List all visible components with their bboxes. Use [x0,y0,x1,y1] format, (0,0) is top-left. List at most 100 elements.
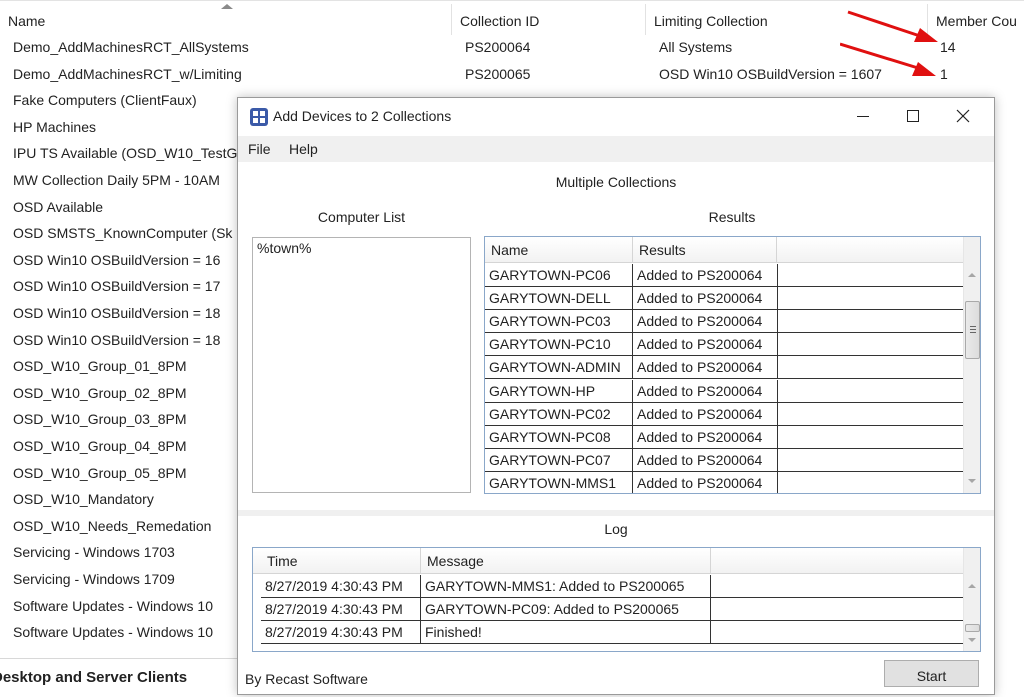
scroll-down-icon[interactable] [968,479,976,483]
column-header-name[interactable]: Name [0,4,452,35]
cell-name: GARYTOWN-ADMIN [485,356,633,379]
results-label: Results [708,209,756,225]
cell-empty [778,310,963,332]
log-header-time[interactable]: Time [261,548,421,574]
results-row[interactable]: GARYTOWN-DELL Added to PS200064 [485,287,963,311]
results-row[interactable]: GARYTOWN-PC03 Added to PS200064 [485,310,963,334]
cell-name: HP Machines [13,118,97,135]
cell-name: Servicing - Windows 1709 [13,571,175,587]
cell-name: Demo_AddMachinesRCT_AllSystems [13,39,249,55]
cell-id: PS200064 [465,39,531,55]
minimize-button[interactable] [840,98,886,134]
column-header-collection-id[interactable]: Collection ID [452,4,646,35]
cell-name: GARYTOWN-PC10 [485,333,633,356]
cell-result: Added to PS200064 [633,379,778,402]
cell-name: Demo_AddMachinesRCT_w/Limiting [13,65,242,82]
cell-result: Added to PS200064 [633,333,778,356]
cell-name: GARYTOWN-PC07 [485,448,633,471]
log-row[interactable]: 8/27/2019 4:30:43 PM Finished! [261,621,963,645]
log-row[interactable]: 8/27/2019 4:30:43 PM GARYTOWN-PC09: Added… [261,598,963,622]
cell-empty [778,333,963,355]
scroll-up-icon[interactable] [968,273,976,277]
scroll-down-icon[interactable] [968,638,976,642]
cell-name: OSD_W10_Needs_Remedation [13,517,212,534]
results-row[interactable]: GARYTOWN-PC07 Added to PS200064 [485,448,963,472]
cell-id: PS200065 [465,65,531,82]
results-row[interactable]: GARYTOWN-HP Added to PS200064 [485,379,963,403]
cell-empty [711,598,963,620]
cell-name: OSD Win10 OSBuildVersion = 16 [13,251,221,268]
cell-name: Software Updates - Windows 10 [13,624,213,641]
cell-empty [778,287,963,309]
results-grid: Name Results GARYTOWN-PC06 Added to PS200… [484,236,981,494]
results-row[interactable]: GARYTOWN-PC10 Added to PS200064 [485,333,963,357]
window-title: Add Devices to 2 Collections [273,108,452,124]
cell-name: GARYTOWN-PC08 [485,425,633,448]
cell-name: MW Collection Daily 5PM - 10AM [13,172,220,188]
scroll-thumb[interactable] [965,301,980,359]
cell-name: OSD_W10_Group_03_8PM [13,411,187,428]
cell-empty [778,449,963,471]
menu-file[interactable]: File [248,141,271,157]
cell-limiting: All Systems [659,39,733,55]
close-icon [956,109,970,123]
title-bar[interactable]: Add Devices to 2 Collections [238,98,994,136]
console-footer: Desktop and Server Clients [0,658,240,697]
results-row[interactable]: GARYTOWN-MMS1 Added to PS200064 [485,471,963,493]
log-grid: Time Message 8/27/2019 4:30:43 PM GARYTOW… [252,547,981,652]
results-row[interactable]: GARYTOWN-PC02 Added to PS200064 [485,402,963,426]
results-row[interactable]: GARYTOWN-PC08 Added to PS200064 [485,425,963,449]
cell-empty [778,356,963,378]
cell-result: Added to PS200064 [633,471,778,493]
cell-empty [711,575,963,597]
cell-result: Added to PS200064 [633,448,778,471]
maximize-button[interactable] [890,98,936,134]
results-header-name[interactable]: Name [485,237,633,263]
minimize-icon [857,116,869,117]
scroll-up-icon[interactable] [968,584,976,588]
results-row[interactable]: GARYTOWN-PC06 Added to PS200064 [485,264,963,287]
cell-result: Added to PS200064 [633,287,778,310]
scroll-thumb[interactable] [965,624,980,632]
section-divider [238,510,994,516]
cell-name: OSD_W10_Group_05_8PM [13,464,187,481]
log-scrollbar[interactable] [963,548,980,651]
cell-name: GARYTOWN-PC02 [485,402,633,425]
cell-result: Added to PS200064 [633,264,778,286]
cell-empty [778,426,963,448]
results-scrollbar[interactable] [963,237,980,493]
close-button[interactable] [940,98,986,134]
cell-name: GARYTOWN-PC06 [485,264,633,286]
log-row[interactable]: 8/27/2019 4:30:43 PM GARYTOWN-MMS1: Added… [261,575,963,598]
cell-message: Finished! [421,621,711,644]
results-row[interactable]: GARYTOWN-ADMIN Added to PS200064 [485,356,963,380]
cell-name: OSD Win10 OSBuildVersion = 18 [13,331,221,348]
computer-list-input[interactable]: %town% [252,237,471,493]
log-header-message[interactable]: Message [421,548,711,574]
cell-time: 8/27/2019 4:30:43 PM [261,621,421,644]
cell-name: OSD Available [13,198,104,215]
annotation-arrow-icon [840,10,938,76]
maximize-icon [907,110,919,122]
cell-name: OSD_W10_Group_04_8PM [13,438,187,454]
start-button[interactable]: Start [884,660,979,687]
menu-bar: File Help [238,136,994,162]
cell-name: GARYTOWN-PC03 [485,310,633,333]
cell-name: OSD Win10 OSBuildVersion = 18 [13,305,221,321]
cell-name: IPU TS Available (OSD_W10_TestG [13,145,238,162]
cell-result: Added to PS200064 [633,310,778,333]
credit-text: By Recast Software [245,671,368,687]
app-icon [250,108,268,126]
cell-name: OSD_W10_Group_01_8PM [13,358,187,375]
cell-message: GARYTOWN-PC09: Added to PS200065 [421,598,711,621]
cell-message: GARYTOWN-MMS1: Added to PS200065 [421,575,711,597]
cell-name: GARYTOWN-MMS1 [485,471,633,493]
console-footer-label: Desktop and Server Clients [0,669,188,686]
cell-empty [711,621,963,643]
add-devices-dialog: Add Devices to 2 Collections File Help M… [237,97,995,695]
computer-list-label: Computer List [317,209,406,225]
log-grid-header: Time Message [253,548,963,574]
cell-empty [778,403,963,425]
results-header-results[interactable]: Results [633,237,777,263]
menu-help[interactable]: Help [289,141,318,157]
